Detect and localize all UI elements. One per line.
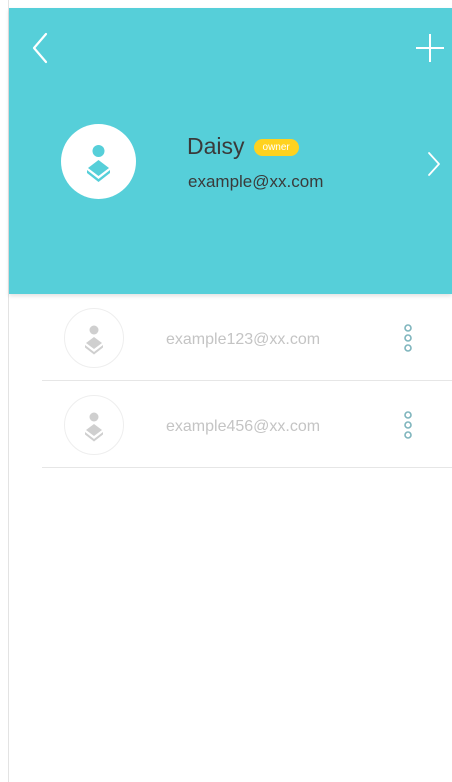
list-item[interactable]: example123@xx.com	[9, 294, 452, 381]
owner-email: example@xx.com	[188, 172, 324, 191]
add-member-button[interactable]	[414, 32, 446, 64]
member-email: example123@xx.com	[166, 331, 321, 348]
back-button[interactable]	[27, 30, 55, 66]
list-item[interactable]: example456@xx.com	[9, 381, 452, 468]
user-avatar-icon	[87, 145, 110, 182]
owner-avatar	[61, 124, 136, 199]
member-avatar	[64, 395, 124, 455]
member-list: example123@xx.com example456@xx.com	[9, 294, 452, 468]
owner-name: Daisy	[187, 133, 245, 159]
header: Daisy owner example@xx.com	[9, 8, 452, 294]
more-vertical-icon	[404, 411, 412, 439]
chevron-right-icon	[428, 152, 440, 176]
user-avatar-icon	[85, 325, 103, 355]
user-avatar-icon	[85, 412, 103, 442]
plus-icon	[416, 34, 444, 62]
member-menu-button[interactable]	[400, 322, 416, 354]
owner-detail-button[interactable]	[426, 150, 442, 178]
more-vertical-icon	[404, 324, 412, 352]
member-avatar	[64, 308, 124, 368]
chevron-left-icon	[32, 32, 48, 64]
member-email: example456@xx.com	[166, 418, 321, 435]
screen: Daisy owner example@xx.com example123@xx…	[0, 0, 452, 782]
owner-badge: owner	[253, 138, 299, 156]
member-menu-button[interactable]	[400, 409, 416, 441]
list-divider	[42, 467, 452, 468]
owner-name-row: Daisy owner	[187, 132, 299, 160]
